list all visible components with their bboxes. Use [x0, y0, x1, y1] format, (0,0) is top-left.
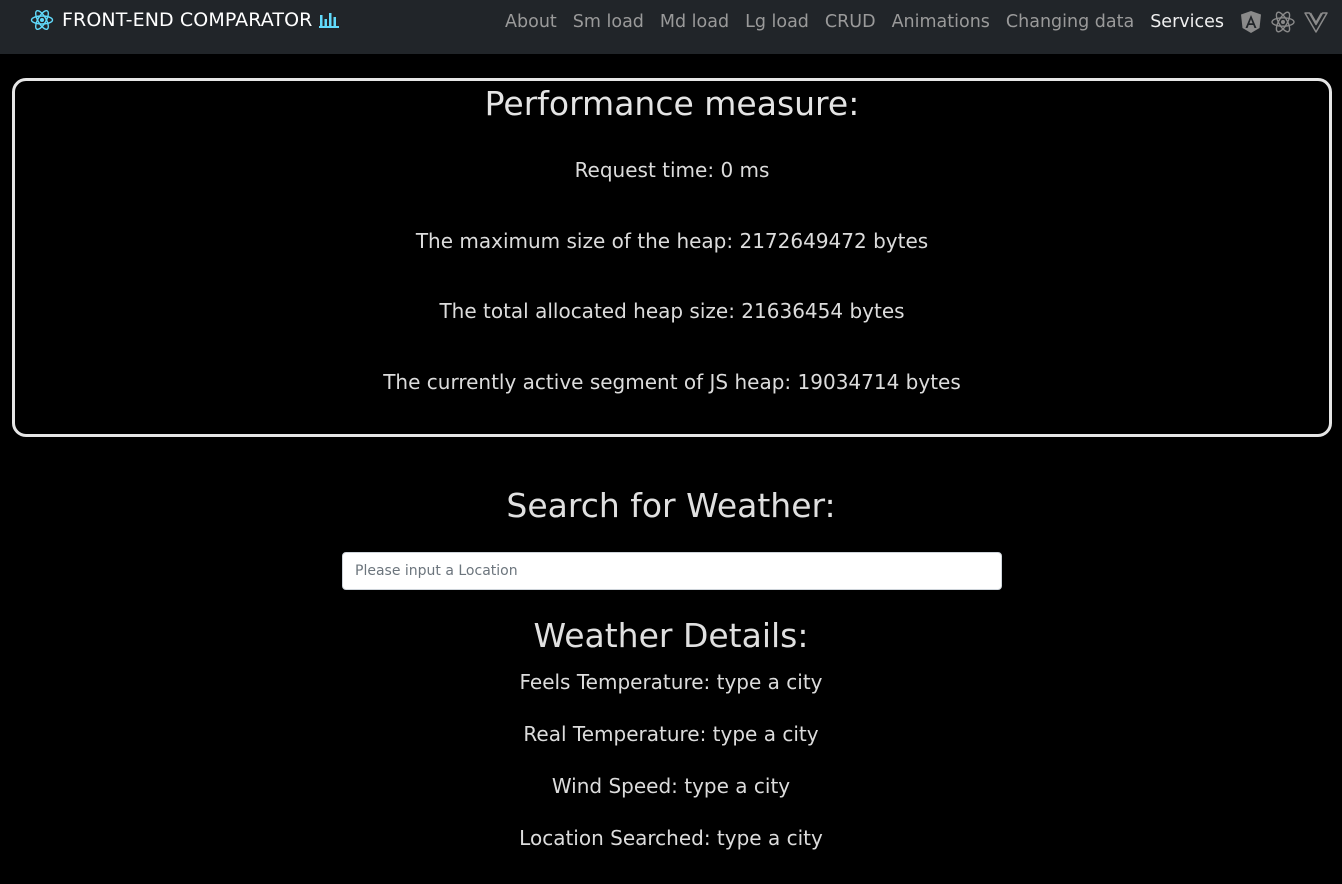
heap-active-size: The currently active segment of JS heap:…	[383, 370, 961, 394]
performance-card: Performance measure: Request time: 0 ms …	[12, 78, 1332, 437]
nav-link-animations[interactable]: Animations	[892, 12, 990, 32]
search-title: Search for Weather:	[506, 486, 836, 525]
angular-icon[interactable]	[1240, 10, 1262, 34]
react-atom-icon	[30, 9, 54, 31]
brand[interactable]: FRONT-END COMPARATOR	[30, 9, 340, 31]
vue-icon[interactable]	[1304, 11, 1328, 33]
feels-temperature: Feels Temperature: type a city	[519, 670, 823, 694]
nav-link-changing-data[interactable]: Changing data	[1006, 12, 1134, 32]
location-search-input[interactable]	[342, 552, 1002, 590]
real-temperature: Real Temperature: type a city	[523, 722, 819, 746]
nav-links: About Sm load Md load Lg load CRUD Anima…	[505, 10, 1328, 34]
heap-max-size: The maximum size of the heap: 2172649472…	[415, 229, 929, 253]
react-icon[interactable]	[1270, 10, 1296, 34]
nav-link-about[interactable]: About	[505, 12, 557, 32]
heap-total-size: The total allocated heap size: 21636454 …	[439, 299, 905, 323]
location-searched: Location Searched: type a city	[519, 826, 823, 850]
nav-link-services[interactable]: Services	[1150, 12, 1224, 32]
nav-link-lg-load[interactable]: Lg load	[745, 12, 809, 32]
bar-chart-icon	[318, 11, 340, 29]
brand-title: FRONT-END COMPARATOR	[62, 9, 313, 31]
navbar: FRONT-END COMPARATOR About Sm load Md lo…	[0, 0, 1342, 54]
nav-link-md-load[interactable]: Md load	[660, 12, 729, 32]
request-time: Request time: 0 ms	[574, 158, 770, 182]
nav-link-sm-load[interactable]: Sm load	[573, 12, 644, 32]
performance-title: Performance measure:	[484, 84, 860, 123]
weather-details-title: Weather Details:	[533, 616, 809, 655]
wind-speed: Wind Speed: type a city	[551, 774, 791, 798]
nav-link-crud[interactable]: CRUD	[825, 12, 876, 32]
